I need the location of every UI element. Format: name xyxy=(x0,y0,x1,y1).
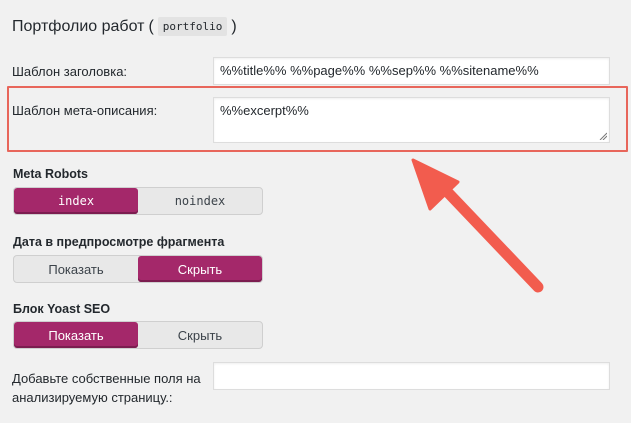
annotation-arrow-icon xyxy=(411,158,544,293)
